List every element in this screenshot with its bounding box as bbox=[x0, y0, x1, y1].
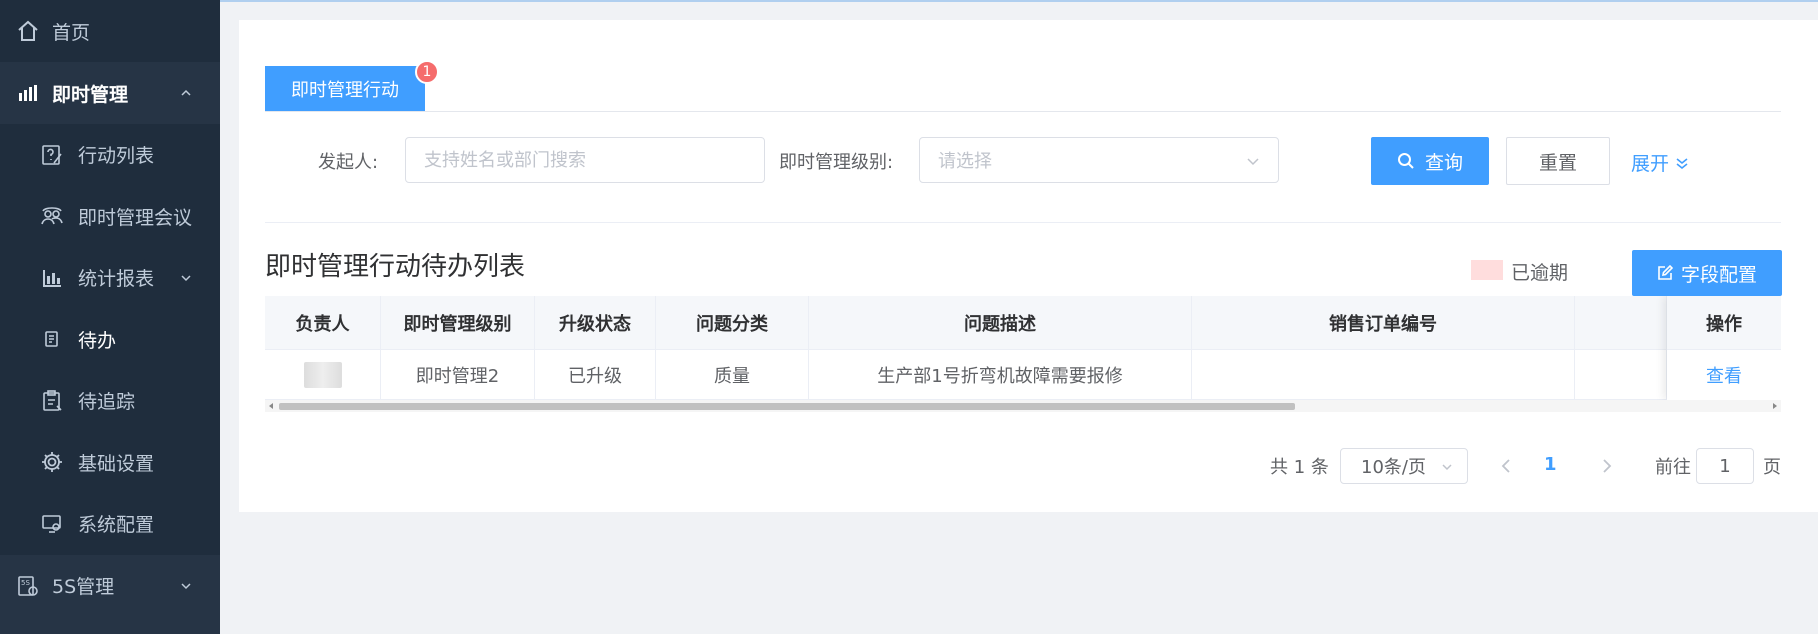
col-owner[interactable]: 负责人 bbox=[265, 296, 381, 349]
5s-icon: 5S bbox=[18, 575, 38, 596]
chevron-down-icon bbox=[1247, 158, 1259, 166]
reset-button-label: 重置 bbox=[1538, 151, 1577, 174]
home-icon bbox=[18, 20, 38, 41]
col-extra bbox=[1575, 296, 1667, 349]
level-select[interactable]: 请选择 bbox=[919, 137, 1279, 183]
sidebar-item-label: 待追踪 bbox=[78, 391, 136, 414]
top-border bbox=[0, 0, 1818, 2]
col-status[interactable]: 升级状态 bbox=[535, 296, 656, 349]
table-row[interactable]: 即时管理2 已升级 质量 生产部1号折弯机故障需要报修 bbox=[265, 350, 1781, 400]
meeting-icon bbox=[41, 207, 63, 225]
sidebar-item-system[interactable]: 系统配置 bbox=[0, 493, 220, 555]
current-page[interactable]: 1 bbox=[1544, 454, 1557, 475]
chevron-up-icon bbox=[181, 89, 191, 96]
query-button-label: 查询 bbox=[1424, 151, 1463, 174]
chart-icon bbox=[43, 269, 61, 287]
chevron-down-icon bbox=[181, 582, 191, 589]
pager-total: 共 1 条 bbox=[1270, 457, 1329, 478]
gear-icon bbox=[42, 452, 62, 473]
sidebar-item-settings[interactable]: 基础设置 bbox=[0, 432, 220, 494]
scroll-right-icon[interactable] bbox=[1772, 403, 1778, 409]
sidebar-item-label: 待办 bbox=[78, 329, 117, 352]
col-level[interactable]: 即时管理级别 bbox=[381, 296, 535, 349]
sidebar-item-todo[interactable]: 待办 bbox=[0, 309, 220, 371]
field-config-button[interactable]: 字段配置 bbox=[1632, 250, 1782, 296]
tab-badge: 1 bbox=[415, 60, 439, 84]
sidebar-item-action-list[interactable]: 行动列表 bbox=[0, 124, 220, 186]
svg-text:5S: 5S bbox=[21, 579, 30, 587]
sidebar-item-label: 即时管理会议 bbox=[78, 206, 193, 229]
view-link[interactable]: 查看 bbox=[1667, 350, 1781, 400]
page-suffix: 页 bbox=[1763, 457, 1781, 478]
sidebar-item-label: 首页 bbox=[52, 21, 91, 44]
list-title: 即时管理行动待办列表 bbox=[265, 252, 526, 282]
query-button[interactable]: 查询 bbox=[1371, 137, 1489, 185]
sidebar-item-meeting[interactable]: 即时管理会议 bbox=[0, 186, 220, 248]
scrollbar-thumb[interactable] bbox=[279, 403, 1295, 410]
expand-link-label: 展开 bbox=[1631, 153, 1670, 175]
horizontal-scrollbar[interactable] bbox=[265, 400, 1781, 412]
level-label: 即时管理级别: bbox=[779, 152, 894, 173]
fixed-action-column: 操作 查看 bbox=[1667, 296, 1781, 400]
cell-status: 已升级 bbox=[535, 350, 656, 399]
sidebar-item-tracking[interactable]: 待追踪 bbox=[0, 370, 220, 432]
goto-label: 前往 bbox=[1655, 457, 1691, 478]
scroll-left-icon[interactable] bbox=[268, 403, 274, 409]
sidebar-group-label: 5S管理 bbox=[52, 576, 115, 598]
submenu: 行动列表 即时管理会议 统计报表 待办 待追踪 基础设置 系统配置 bbox=[0, 124, 220, 555]
sidebar-item-label: 系统配置 bbox=[78, 514, 155, 537]
divider bbox=[265, 222, 1781, 223]
sidebar-item-label: 行动列表 bbox=[78, 145, 155, 168]
field-config-label: 字段配置 bbox=[1680, 263, 1757, 286]
chevron-down-icon bbox=[181, 275, 191, 281]
data-table: 负责人 即时管理级别 升级状态 问题分类 问题描述 销售订单编号 即时管理2 已… bbox=[265, 296, 1781, 400]
sidebar-group-instant[interactable]: 即时管理 bbox=[0, 62, 220, 124]
sidebar: 首页 即时管理 行动列表 即时管理会议 统计报表 待办 待追踪 基础设置 系统配… bbox=[0, 0, 220, 634]
initiator-input[interactable] bbox=[405, 137, 765, 183]
level-select-placeholder: 请选择 bbox=[938, 151, 992, 172]
initiator-label: 发起人: bbox=[318, 152, 379, 173]
cell-category: 质量 bbox=[656, 350, 809, 399]
main-card: 即时管理行动 1 发起人: 即时管理级别: 请选择 查询 重置 展开 即时管理行… bbox=[239, 20, 1818, 512]
monitor-gear-icon bbox=[42, 514, 61, 533]
edit-icon bbox=[1658, 265, 1673, 280]
bar-chart-icon bbox=[19, 85, 37, 101]
clipboard-icon bbox=[43, 389, 62, 411]
tab-bar: 即时管理行动 1 bbox=[265, 46, 1781, 112]
sidebar-item-home[interactable]: 首页 bbox=[0, 0, 220, 62]
cell-extra bbox=[1575, 350, 1667, 399]
cell-order bbox=[1192, 350, 1575, 399]
sidebar-item-report[interactable]: 统计报表 bbox=[0, 247, 220, 309]
expand-link[interactable]: 展开 bbox=[1631, 149, 1689, 176]
cell-level: 即时管理2 bbox=[381, 350, 535, 399]
tab-instant-action[interactable]: 即时管理行动 bbox=[265, 66, 425, 111]
sidebar-group-label: 即时管理 bbox=[52, 83, 129, 106]
col-desc[interactable]: 问题描述 bbox=[809, 296, 1192, 349]
cell-owner bbox=[265, 350, 381, 399]
col-order[interactable]: 销售订单编号 bbox=[1192, 296, 1575, 349]
reset-button[interactable]: 重置 bbox=[1506, 137, 1610, 185]
table-header: 负责人 即时管理级别 升级状态 问题分类 问题描述 销售订单编号 bbox=[265, 296, 1781, 350]
col-category[interactable]: 问题分类 bbox=[656, 296, 809, 349]
sidebar-item-label: 基础设置 bbox=[78, 452, 155, 475]
col-action: 操作 bbox=[1667, 296, 1781, 350]
avatar bbox=[303, 361, 342, 388]
cell-desc: 生产部1号折弯机故障需要报修 bbox=[809, 350, 1192, 399]
doc-icon bbox=[45, 331, 58, 348]
search-icon bbox=[1397, 153, 1414, 169]
overdue-legend: 已逾期 bbox=[1511, 262, 1569, 284]
sidebar-group-5s[interactable]: 5S 5S管理 bbox=[0, 554, 220, 617]
page-size-value: 10条/页 bbox=[1361, 457, 1426, 478]
chevron-down-icon bbox=[1442, 464, 1452, 471]
tab-label: 即时管理行动 bbox=[291, 79, 399, 101]
sidebar-item-label: 统计报表 bbox=[78, 268, 155, 291]
edit-doc-icon bbox=[42, 144, 62, 165]
double-chevron-down-icon bbox=[1676, 157, 1688, 169]
overdue-swatch bbox=[1471, 260, 1503, 280]
prev-page-icon[interactable] bbox=[1497, 456, 1517, 476]
goto-page-input[interactable] bbox=[1696, 448, 1754, 484]
next-page-icon[interactable] bbox=[1596, 456, 1616, 476]
page-size-select[interactable]: 10条/页 bbox=[1340, 448, 1468, 484]
